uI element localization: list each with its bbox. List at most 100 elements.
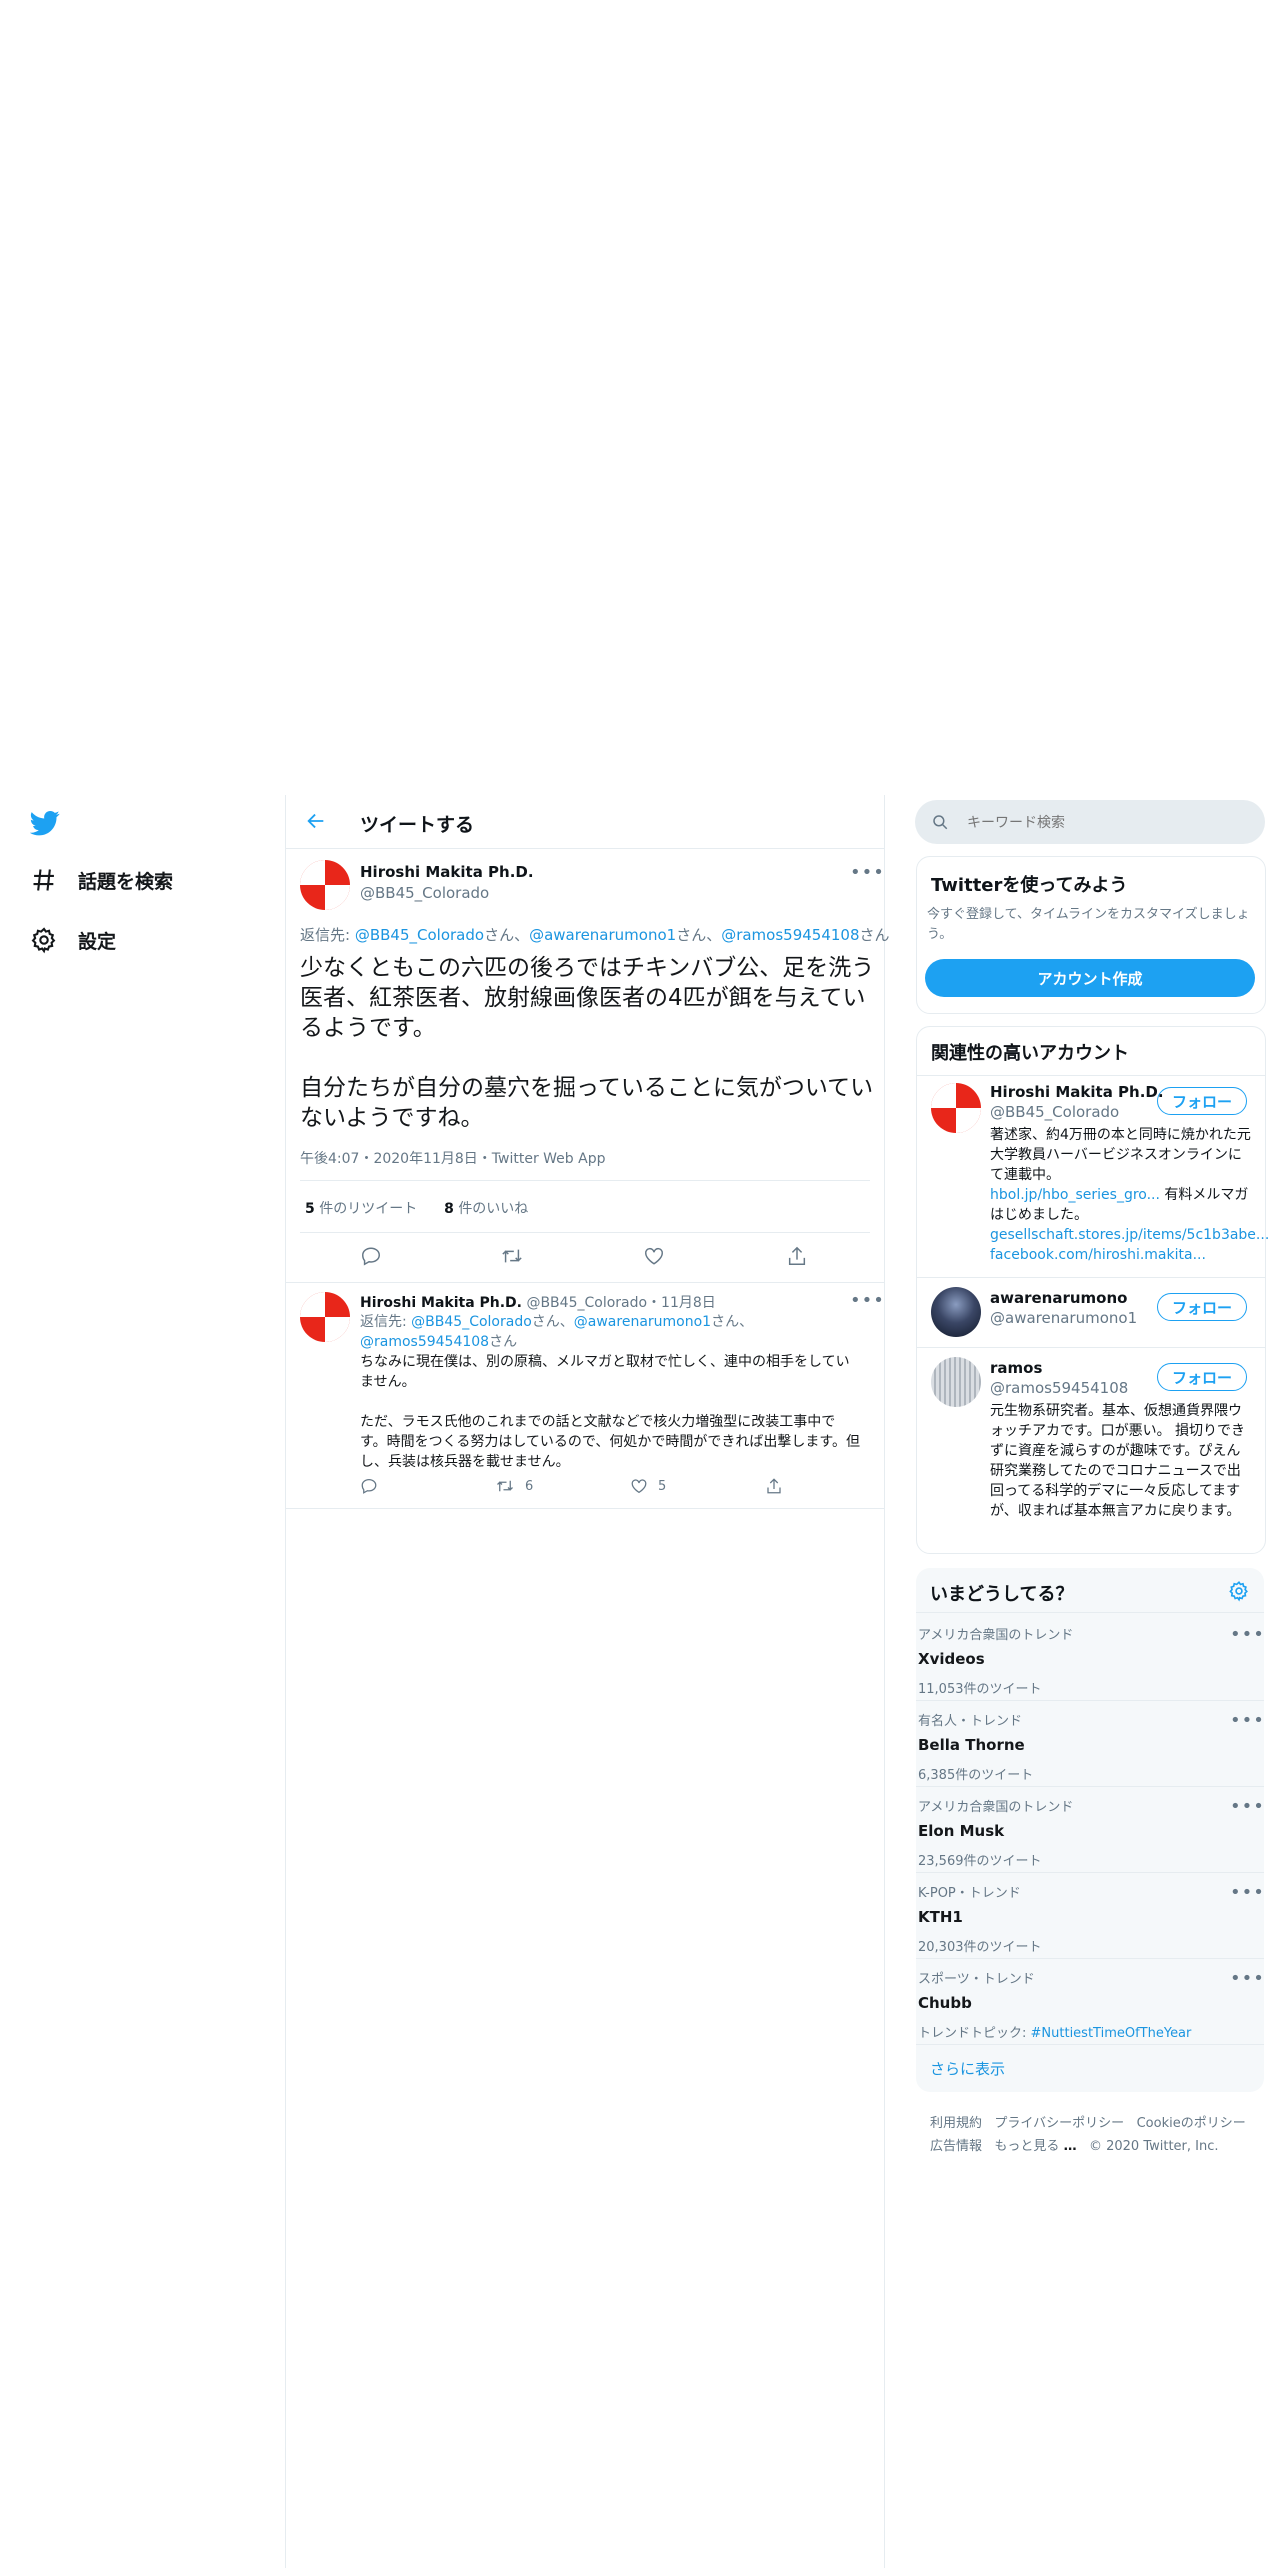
more-options-icon[interactable]: ••• — [1230, 1626, 1265, 1644]
account-name[interactable]: ramos — [990, 1359, 1042, 1377]
footer-link[interactable]: もっと見る — [994, 2139, 1059, 2154]
tweet-author-name[interactable]: Hiroshi Makita Ph.D. — [360, 1295, 522, 1311]
header-divider — [285, 848, 884, 849]
like-icon[interactable] — [643, 1245, 665, 1271]
nav-explore-label: 話題を検索 — [78, 870, 174, 893]
divider — [285, 1508, 884, 1509]
footer-link[interactable]: Cookieのポリシー — [1137, 2116, 1246, 2131]
related-accounts-card: 関連性の高いアカウント Hiroshi Makita Ph.D. @BB45_C… — [916, 1026, 1269, 1554]
more-dots-icon: … — [1063, 2139, 1077, 2154]
account-bio: 元生物系研究者。基本、仮想通貨界隈ウォッチアカです。口が悪い。 損切りできずに資… — [990, 1403, 1246, 1519]
gear-icon — [31, 927, 56, 954]
divider — [917, 1075, 1265, 1076]
show-more-link[interactable]: さらに表示 — [930, 2058, 1005, 2079]
avatar[interactable] — [300, 1292, 350, 1342]
avatar[interactable] — [300, 860, 350, 910]
create-account-button[interactable]: アカウント作成 — [925, 959, 1255, 997]
divider — [285, 1282, 884, 1283]
more-options-icon[interactable]: ••• — [1230, 1970, 1265, 1988]
reply-tweet-text: ちなみに現在僕は、別の原稿、メルマガと取材で忙しく、連中の相手をしていません。 … — [360, 1354, 860, 1470]
like-button[interactable]: 5 — [630, 1477, 666, 1495]
retweet-icon[interactable] — [500, 1245, 524, 1271]
avatar[interactable] — [931, 1083, 981, 1133]
mention-link[interactable]: @ramos59454108 — [360, 1334, 489, 1350]
divider — [916, 2044, 1264, 2045]
nav-settings[interactable]: 設定 — [30, 926, 116, 954]
page-title: ツイートする — [360, 814, 475, 836]
retweet-stat[interactable]: 5 件のリツイート — [305, 1201, 417, 1217]
tweet-author-handle[interactable]: @BB45_Colorado — [360, 884, 489, 902]
divider — [916, 1872, 1264, 1873]
footer-link[interactable]: 利用規約 — [930, 2116, 982, 2131]
retweet-icon — [497, 1480, 513, 1492]
nav-explore[interactable]: 話題を検索 — [30, 866, 173, 894]
divider — [300, 1232, 870, 1233]
avatar[interactable] — [931, 1357, 981, 1407]
tweet-timestamp[interactable]: 午後4:07・2020年11月8日・Twitter Web App — [300, 1148, 605, 1168]
footer: 利用規約 プライバシーポリシー Cookieのポリシー 広告情報 もっと見る …… — [930, 2112, 1270, 2158]
mention-link[interactable]: @ramos59454108 — [721, 926, 859, 944]
signup-desc: 今すぐ登録して、タイムラインをカスタマイズしましょう。 — [927, 907, 1250, 942]
more-options-icon[interactable]: ••• — [1230, 1712, 1265, 1730]
more-options-icon[interactable]: ••• — [850, 1292, 885, 1310]
account-name[interactable]: awarenarumono — [990, 1289, 1127, 1307]
more-options-icon[interactable]: ••• — [1230, 1884, 1265, 1902]
twitter-logo-icon[interactable] — [29, 808, 60, 838]
like-stat[interactable]: 8 件のいいね — [444, 1201, 528, 1217]
retweet-count: 6 — [525, 1478, 534, 1494]
more-options-icon[interactable]: ••• — [1230, 1798, 1265, 1816]
tweet-text-p2: 自分たちが自分の墓穴を掘っていることに気がついていないようですね。 — [300, 1075, 874, 1131]
share-icon[interactable] — [765, 1477, 783, 1499]
follow-button[interactable]: フォロー — [1157, 1293, 1247, 1321]
divider — [916, 1700, 1264, 1701]
mention-link[interactable]: @BB45_Colorado — [355, 926, 484, 944]
hashtag-icon — [33, 869, 54, 891]
account-handle[interactable]: @ramos59454108 — [990, 1379, 1128, 1397]
tweet-text: 少なくともこの六匹の後ろではチキンバブ公、足を洗う医者、紅茶医者、放射線画像医者… — [300, 953, 875, 1133]
bio-link[interactable]: hbol.jp/hbo_series_gro... — [990, 1187, 1160, 1203]
trend-item[interactable]: 有名人・トレンド Bella Thorne 6,385件のツイート — [918, 1710, 1262, 1783]
trend-topic-link[interactable]: #NuttiestTimeOfTheYear — [1031, 2026, 1192, 2041]
follow-button[interactable]: フォロー — [1157, 1087, 1247, 1115]
tweet-author-handle[interactable]: @BB45_Colorado・11月8日 — [526, 1295, 715, 1311]
trend-item[interactable]: アメリカ合衆国のトレンド Elon Musk 23,569件のツイート — [918, 1796, 1262, 1869]
trend-item[interactable]: スポーツ・トレンド Chubb トレンドトピック: #NuttiestTimeO… — [918, 1968, 1262, 2041]
divider — [300, 1180, 870, 1181]
more-options-icon[interactable]: ••• — [850, 864, 885, 882]
search-input[interactable] — [965, 800, 1249, 846]
mention-link[interactable]: @BB45_Colorado — [411, 1314, 532, 1330]
account-handle[interactable]: @awarenarumono1 — [990, 1309, 1137, 1327]
divider — [916, 1786, 1264, 1787]
gear-icon[interactable] — [1228, 1580, 1250, 1606]
reply-icon[interactable] — [360, 1245, 382, 1271]
related-title: 関連性の高いアカウント — [931, 1043, 1129, 1064]
trend-item[interactable]: K-POP・トレンド KTH1 20,303件のツイート — [918, 1882, 1262, 1955]
bio-link[interactable]: facebook.com/hiroshi.makita... — [990, 1247, 1206, 1263]
reply-tweet-header: Hiroshi Makita Ph.D. @BB45_Colorado・11月8… — [360, 1292, 716, 1312]
trend-item[interactable]: アメリカ合衆国のトレンド Xvideos 11,053件のツイート — [918, 1624, 1262, 1697]
tweet-author-name[interactable]: Hiroshi Makita Ph.D. — [360, 863, 534, 881]
back-arrow-icon[interactable] — [305, 810, 327, 832]
account-handle[interactable]: @BB45_Colorado — [990, 1103, 1119, 1121]
signup-title: Twitterを使ってみよう — [931, 875, 1128, 896]
reply-to-line: 返信先: @BB45_Coloradoさん、@awarenarumono1さん、… — [360, 1314, 754, 1350]
footer-link[interactable]: 広告情報 — [930, 2139, 982, 2154]
trends-title: いまどうしてる？ — [930, 1584, 1074, 1605]
mention-link[interactable]: @awarenarumono1 — [529, 926, 676, 944]
reply-icon[interactable] — [360, 1477, 378, 1499]
retweet-button[interactable]: 6 — [495, 1477, 533, 1495]
divider — [916, 1958, 1264, 1959]
tweet-stats: 5 件のリツイート 8 件のいいね — [305, 1198, 528, 1218]
account-name[interactable]: Hiroshi Makita Ph.D. — [990, 1083, 1164, 1101]
nav-settings-label: 設定 — [78, 930, 117, 953]
footer-link[interactable]: プライバシーポリシー — [994, 2116, 1124, 2131]
like-icon — [631, 1479, 647, 1494]
avatar[interactable] — [931, 1287, 981, 1337]
share-icon[interactable] — [786, 1245, 808, 1271]
mention-link[interactable]: @awarenarumono1 — [574, 1314, 711, 1330]
divider — [916, 1612, 1264, 1613]
bio-link[interactable]: gesellschaft.stores.jp/items/5c1b3abe... — [990, 1227, 1269, 1243]
tweet-text-p1: 少なくともこの六匹の後ろではチキンバブ公、足を洗う医者、紅茶医者、放射線画像医者… — [300, 955, 875, 1041]
search-box[interactable] — [915, 800, 1265, 846]
follow-button[interactable]: フォロー — [1157, 1363, 1247, 1391]
